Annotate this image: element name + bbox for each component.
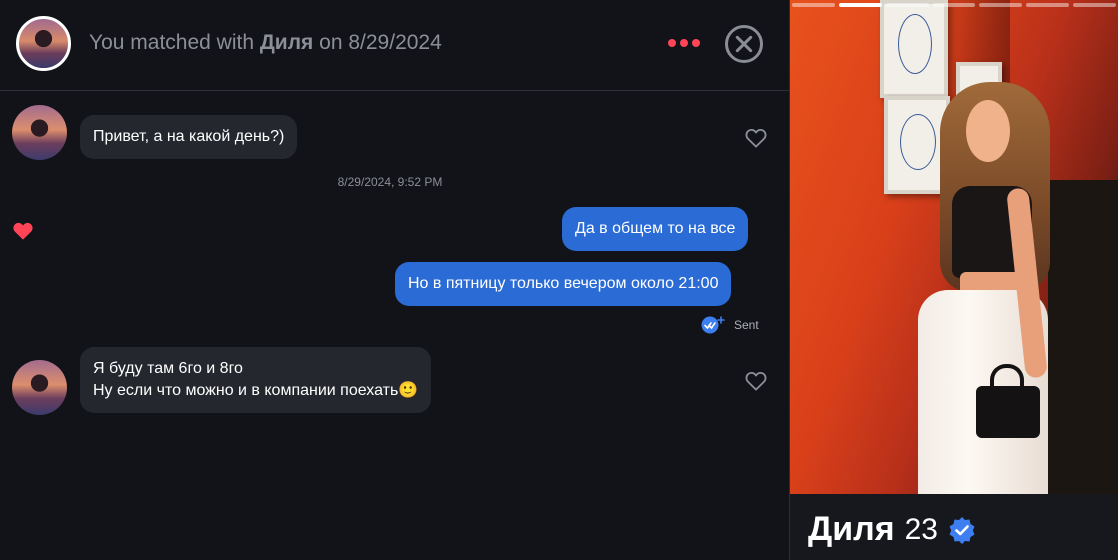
heart-filled-icon	[13, 222, 33, 240]
verified-badge-icon[interactable]	[948, 516, 976, 544]
photo-progress-segment[interactable]	[792, 3, 835, 7]
profile-age: 23	[904, 512, 938, 546]
sent-check-icon	[701, 316, 725, 334]
photo-frame	[880, 0, 948, 98]
match-info: You matched with Диля on 8/29/2024	[89, 31, 442, 55]
drawing	[898, 14, 932, 74]
message-bubble-outgoing[interactable]: Но в пятницу только вечером около 21:00	[395, 262, 732, 306]
more-dots-icon	[668, 39, 676, 47]
photo-progress-segment[interactable]	[1026, 3, 1070, 7]
sender-avatar[interactable]	[12, 360, 67, 415]
photo-progress-segment[interactable]	[979, 3, 1023, 7]
chat-panel: You matched with Диля on 8/29/2024 Приве…	[0, 0, 789, 560]
profile-photo[interactable]	[790, 0, 1118, 494]
sent-label: Sent	[734, 318, 759, 332]
photo-person-face	[966, 100, 1010, 162]
photo-progress-segment[interactable]	[1073, 3, 1117, 7]
match-date: 8/29/2024	[348, 31, 442, 54]
photo-progress-segment[interactable]	[885, 3, 929, 7]
message-status: Sent	[700, 316, 759, 334]
message-bubble-incoming[interactable]: Я буду там 6го и 8го Ну если что можно и…	[80, 347, 432, 413]
close-chat-button[interactable]	[725, 25, 763, 63]
profile-name: Диля	[808, 510, 895, 548]
heart-outline-icon[interactable]	[745, 128, 767, 148]
photo-progress-segment[interactable]	[838, 3, 882, 7]
match-prefix: You matched with	[89, 31, 254, 54]
sender-avatar[interactable]	[12, 105, 67, 160]
photo-bag	[976, 386, 1040, 438]
more-options-button[interactable]	[666, 33, 702, 53]
message-bubble-incoming[interactable]: Привет, а на какой день?)	[80, 115, 298, 159]
message-bubble-outgoing[interactable]: Да в общем то на все	[562, 207, 749, 251]
message-timestamp: 8/29/2024, 9:52 PM	[337, 175, 443, 189]
message-line: Ну если что можно и в компании поехать🙂	[93, 382, 419, 399]
heart-outline-icon[interactable]	[745, 371, 767, 391]
chat-header: You matched with Диля on 8/29/2024	[0, 0, 789, 91]
photo-progress-segment[interactable]	[932, 3, 976, 7]
more-dot	[692, 39, 700, 47]
match-name: Диля	[259, 31, 314, 54]
more-dot	[680, 39, 688, 47]
photo-progress-bar	[790, 3, 1118, 7]
profile-panel: Диля 23	[790, 0, 1118, 560]
drawing	[900, 114, 936, 170]
match-on: on	[319, 31, 343, 54]
match-avatar[interactable]	[16, 16, 71, 71]
message-line: Я буду там 6го и 8го	[93, 360, 243, 377]
photo-corner	[1048, 180, 1118, 494]
profile-name-row: Диля 23	[808, 510, 976, 549]
